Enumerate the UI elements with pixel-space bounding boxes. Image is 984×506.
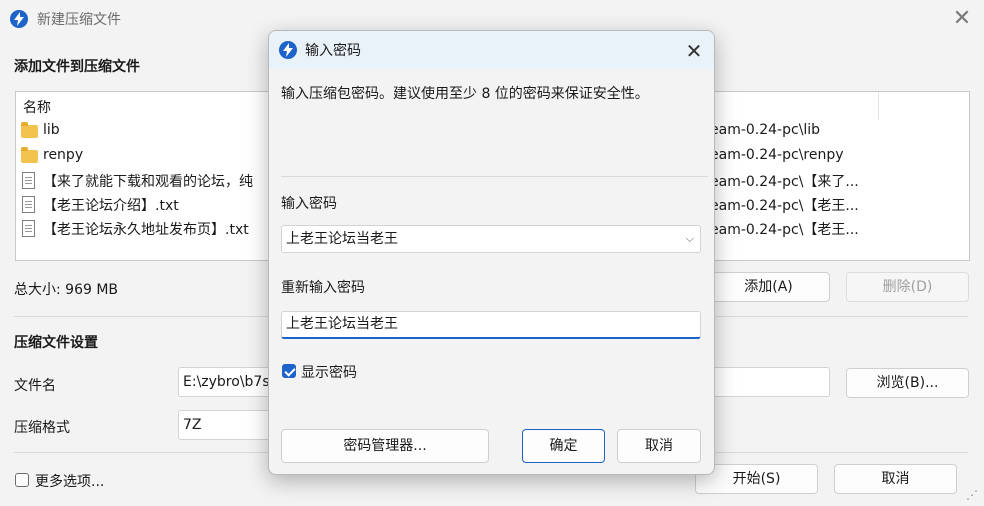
show-password-label[interactable]: 显示密码 — [301, 362, 357, 382]
add-button[interactable]: 添加(A) — [707, 272, 830, 302]
column-divider — [878, 92, 879, 120]
password-dialog: 输入密码 ✕ 输入压缩包密码。建议使用至少 8 位的密码来保证安全性。 输入密码… — [268, 30, 715, 475]
more-options-checkbox[interactable] — [15, 473, 29, 487]
document-icon — [22, 196, 35, 213]
password-manager-button[interactable]: 密码管理器... — [281, 429, 489, 463]
delete-button[interactable]: 删除(D) — [846, 272, 969, 302]
file-path: eam-0.24-pc\【老王... — [710, 222, 859, 238]
document-icon — [22, 220, 35, 237]
dialog-title: 输入密码 — [305, 43, 361, 59]
folder-icon — [21, 147, 38, 163]
dialog-cancel-button[interactable]: 取消 — [617, 429, 701, 463]
resize-grip[interactable]: ⋰ — [966, 488, 978, 502]
app-logo-icon — [10, 10, 28, 28]
password-label: 输入密码 — [281, 196, 337, 212]
add-files-section-title: 添加文件到压缩文件 — [14, 59, 140, 75]
dialog-titlebar: 输入密码 ✕ — [269, 31, 714, 69]
folder-icon — [21, 122, 38, 138]
file-path: eam-0.24-pc\renpy — [710, 147, 844, 163]
password-combo[interactable]: 上老王论坛当老王 ⌵ — [281, 225, 701, 253]
main-window-title: 新建压缩文件 — [37, 12, 121, 28]
file-name: 【老王论坛永久地址发布页】.txt — [43, 222, 249, 238]
more-options-label[interactable]: 更多选项... — [35, 471, 104, 491]
dialog-close-icon[interactable]: ✕ — [679, 36, 709, 66]
reenter-password-input[interactable]: 上老王论坛当老王 — [281, 311, 701, 339]
file-path: eam-0.24-pc\【老王... — [710, 198, 859, 214]
file-name: renpy — [43, 147, 84, 163]
document-icon — [22, 172, 35, 189]
settings-section-title: 压缩文件设置 — [14, 335, 98, 351]
reenter-password-label: 重新输入密码 — [281, 280, 365, 296]
dialog-logo-icon — [279, 41, 297, 59]
main-cancel-button[interactable]: 取消 — [834, 464, 957, 494]
file-name: 【来了就能下载和观看的论坛，纯 — [43, 174, 253, 190]
ok-button[interactable]: 确定 — [522, 429, 605, 463]
main-close-icon[interactable]: ✕ — [944, 2, 980, 36]
dialog-description: 输入压缩包密码。建议使用至少 8 位的密码来保证安全性。 — [281, 86, 649, 102]
file-name: 【老王论坛介绍】.txt — [43, 198, 179, 214]
total-size-label: 总大小: 969 MB — [14, 282, 119, 298]
file-path: eam-0.24-pc\lib — [710, 122, 821, 138]
column-header-name[interactable]: 名称 — [23, 97, 51, 117]
dialog-divider — [281, 176, 708, 177]
file-path: eam-0.24-pc\【来了... — [710, 174, 859, 190]
show-password-checkbox[interactable] — [282, 364, 296, 378]
format-label: 压缩格式 — [14, 420, 70, 436]
password-value: 上老王论坛当老王 — [286, 231, 398, 247]
filename-label: 文件名 — [14, 378, 56, 394]
chevron-down-icon[interactable]: ⌵ — [686, 226, 694, 252]
browse-button[interactable]: 浏览(B)... — [846, 368, 969, 398]
file-name: lib — [43, 122, 60, 138]
